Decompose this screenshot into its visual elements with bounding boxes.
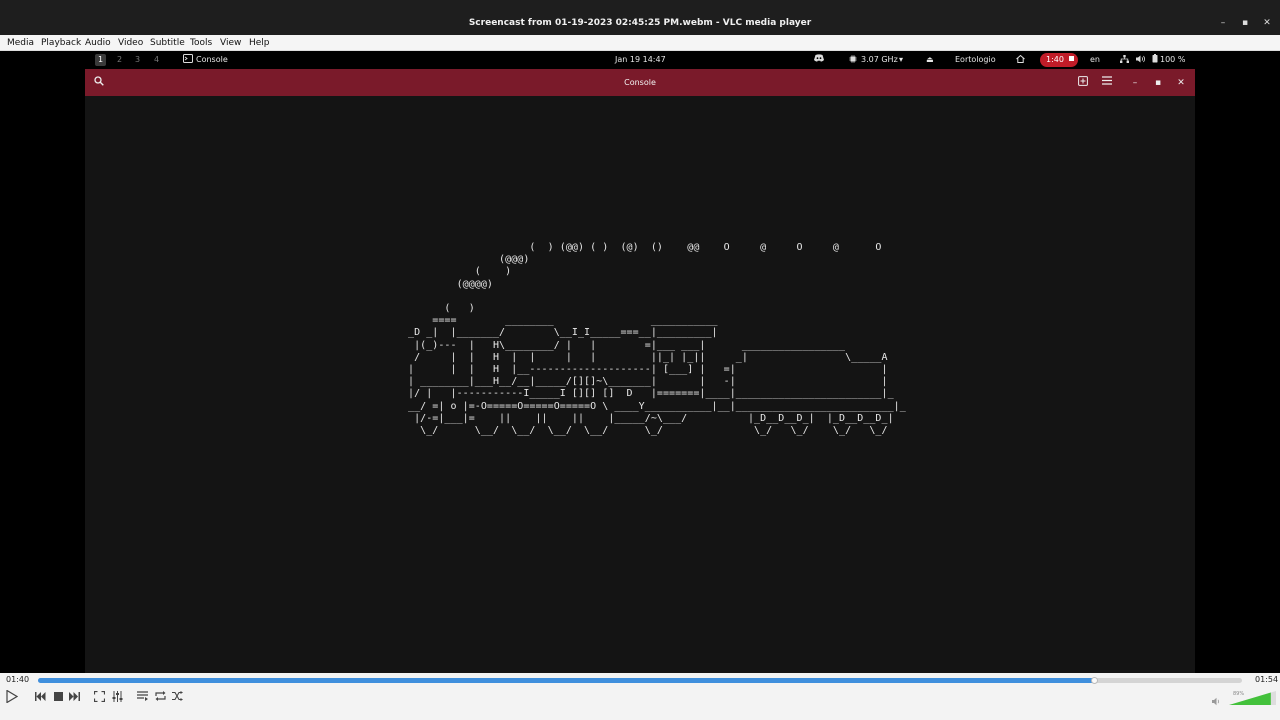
clock: Jan 19 14:47 — [615, 55, 666, 64]
battery-percent: 100 % — [1160, 55, 1186, 64]
loop-icon[interactable] — [153, 689, 167, 703]
close-icon[interactable]: ✕ — [1174, 76, 1188, 90]
menu-tools[interactable]: Tools — [190, 35, 212, 51]
video-area[interactable]: 1 2 3 4 Console Jan 19 14:47 3.07 GHz ▾ … — [0, 51, 1280, 673]
cpu-freq-icon — [849, 51, 857, 69]
recording-time: 1:40 — [1046, 55, 1064, 64]
menu-help[interactable]: Help — [249, 35, 270, 51]
keyboard-language[interactable]: en — [1090, 51, 1100, 69]
menu-video[interactable]: Video — [118, 35, 143, 51]
maximize-icon[interactable]: ▪ — [1151, 76, 1165, 90]
menu-subtitle[interactable]: Subtitle — [150, 35, 185, 51]
volume-percent: 89% — [1233, 691, 1245, 697]
user-name[interactable]: Eortologio — [955, 51, 996, 69]
vlc-titlebar: Screencast from 01-19-2023 02:45:25 PM.w… — [0, 0, 1280, 35]
menu-view[interactable]: View — [220, 35, 241, 51]
discord-icon — [814, 51, 824, 69]
minimize-icon[interactable]: – — [1128, 76, 1142, 90]
chevron-down-icon: ▾ — [899, 55, 904, 64]
workspace-3: 3 — [134, 55, 141, 64]
total-time: 01:54 — [1255, 675, 1279, 684]
console-header: Console – ▪ ✕ — [85, 69, 1195, 96]
workspace-2: 2 — [116, 55, 123, 64]
network-icon — [1120, 51, 1129, 69]
stop-icon — [1068, 56, 1074, 61]
menu-playback[interactable]: Playback — [41, 35, 81, 51]
hamburger-menu-icon[interactable] — [1100, 76, 1114, 90]
volume-icon[interactable] — [1212, 697, 1222, 708]
console-window: Console – ▪ ✕ ( ) (@@) ( ) (@) () @@ O @… — [85, 69, 1195, 673]
menu-audio[interactable]: Audio — [85, 35, 111, 51]
window-title: Screencast from 01-19-2023 02:45:25 PM.w… — [468, 18, 812, 28]
seek-handle[interactable] — [1090, 677, 1098, 684]
cpu-frequency[interactable]: 3.07 GHz — [861, 51, 898, 69]
gnome-top-bar: 1 2 3 4 Console Jan 19 14:47 3.07 GHz ▾ … — [85, 51, 1195, 69]
console-app-icon — [183, 51, 193, 69]
minimize-button[interactable]: – — [1216, 17, 1230, 29]
extended-settings-icon[interactable] — [110, 689, 124, 703]
speaker-icon — [1136, 51, 1146, 69]
previous-icon[interactable] — [33, 689, 47, 703]
terminal-output[interactable]: ( ) (@@) ( ) (@) () @@ O @ O @ O (@@@) (… — [85, 96, 1195, 673]
active-app-name: Console — [196, 55, 228, 64]
elapsed-time: 01:40 — [6, 675, 30, 684]
menu-bar: Media Playback Audio Video Subtitle Tool… — [0, 35, 1280, 51]
workspace-4: 4 — [153, 55, 160, 64]
shuffle-icon[interactable] — [170, 689, 184, 703]
eject-icon[interactable]: ⏏ — [926, 51, 934, 69]
play-icon[interactable] — [5, 689, 19, 703]
steam-locomotive-ascii-art: ( ) (@@) ( ) (@) () @@ O @ O @ O (@@@) (… — [408, 242, 906, 437]
menu-media[interactable]: Media — [7, 35, 34, 51]
player-controls: 01:40 01:54 89% — [0, 673, 1280, 720]
fullscreen-icon[interactable] — [92, 689, 106, 703]
battery-icon — [1152, 51, 1158, 69]
close-button[interactable]: ✕ — [1260, 17, 1274, 29]
new-tab-icon[interactable] — [1076, 76, 1090, 90]
screen-recording-indicator[interactable]: 1:40 — [1040, 53, 1078, 67]
stop-icon[interactable] — [51, 689, 65, 703]
workspace-1: 1 — [95, 54, 106, 66]
seek-progress — [38, 678, 1094, 683]
seek-bar[interactable] — [38, 677, 1242, 684]
console-title: Console — [624, 78, 656, 87]
home-icon[interactable] — [1016, 51, 1025, 69]
maximize-button[interactable]: ▪ — [1238, 17, 1252, 29]
playlist-icon[interactable] — [135, 689, 149, 703]
next-icon[interactable] — [67, 689, 81, 703]
